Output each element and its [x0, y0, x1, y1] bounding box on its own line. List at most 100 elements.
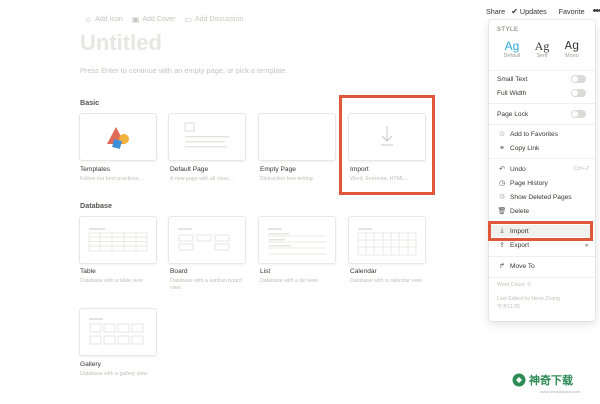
checkmark-icon: ✔: [511, 6, 518, 16]
shapes-icon: [107, 127, 129, 149]
card-desc: Database with a list view: [260, 278, 318, 284]
template-hint: Press Enter to continue with an empty pa…: [80, 66, 288, 75]
export-icon: ⇪: [499, 242, 505, 249]
delete-item[interactable]: 🗑 Delete: [497, 205, 589, 217]
card-name: Gallery: [80, 361, 101, 368]
move-arrow-icon: ↱: [499, 263, 505, 270]
card-name: Board: [170, 268, 188, 275]
section-database: Database: [80, 201, 112, 210]
template-card-empty-page[interactable]: [258, 113, 336, 161]
small-text-toggle[interactable]: [571, 75, 586, 83]
card-desc: Distraction-free writing: [260, 176, 313, 182]
add-cover-label: Add Cover: [142, 16, 176, 23]
template-card-table[interactable]: [79, 216, 157, 264]
menu-divider: [489, 256, 595, 257]
topbar: Share ✔Updates Favorite •••: [486, 5, 600, 17]
watermark-url: www.shenqixiazai.com: [540, 389, 581, 394]
style-mono-option[interactable]: Ag Mono: [558, 39, 586, 59]
full-width-toggle[interactable]: [571, 89, 586, 97]
style-name: Mono: [565, 53, 579, 59]
template-card-calendar[interactable]: [348, 216, 426, 264]
move-to-item[interactable]: ↱ Move To: [497, 260, 589, 272]
show-deleted-pages-item[interactable]: ♲ Show Deleted Pages: [497, 191, 589, 203]
menu-divider: [489, 70, 595, 71]
image-icon: ▣: [131, 15, 140, 24]
menu-divider: [489, 277, 595, 278]
template-card-gallery[interactable]: [79, 308, 157, 356]
trash-restore-icon: ♲: [498, 194, 506, 201]
copy-link-item[interactable]: ⚭ Copy Link: [497, 142, 589, 154]
template-card-templates[interactable]: [79, 113, 157, 161]
undo-item[interactable]: ↶ Undo Ctrl+Z: [497, 163, 589, 175]
favorite-button[interactable]: Favorite: [559, 7, 585, 16]
style-glyph: Ag: [504, 39, 520, 53]
star-icon: ☆: [498, 131, 506, 138]
menu-item-label: Move To: [510, 262, 535, 270]
template-card-board[interactable]: [168, 216, 246, 264]
menu-item-label: Undo: [510, 165, 526, 173]
undo-shortcut: Ctrl+Z: [573, 166, 589, 172]
card-name: Templates: [80, 166, 111, 173]
card-name: Empty Page: [260, 166, 296, 173]
last-edited-time: 今天11:05: [497, 304, 520, 310]
more-options-icon[interactable]: •••: [593, 5, 600, 17]
undo-icon: ↶: [499, 166, 505, 173]
menu-item-label: Page History: [510, 179, 548, 187]
template-card-default-page[interactable]: [168, 113, 246, 161]
page-options-menu: STYLE Ag Default Ag Serif Ag Mono Small …: [489, 20, 595, 321]
link-icon: ⚭: [499, 145, 505, 152]
watermark-logo-icon: [512, 373, 526, 387]
style-label: STYLE: [497, 27, 519, 33]
page-preview-icon: [184, 122, 229, 148]
page-history-item[interactable]: ◷ Page History: [497, 177, 589, 189]
smiley-icon: ☺: [84, 15, 93, 24]
import-menu-highlight-box: [488, 221, 593, 241]
page-lock-label: Page Lock: [497, 110, 529, 118]
section-basic: Basic: [80, 98, 100, 107]
add-icon-button[interactable]: ☺ Add Icon: [84, 15, 123, 24]
card-desc: Database with a table view: [80, 278, 144, 284]
updates-button[interactable]: ✔ Updates: [511, 7, 552, 16]
updates-label: Updates: [519, 6, 547, 16]
style-name: Serif: [536, 53, 548, 59]
share-button[interactable]: Share: [486, 7, 505, 16]
card-name: List: [260, 268, 271, 275]
watermark: 神奇下载: [512, 372, 573, 388]
add-to-favorites-item[interactable]: ☆ Add to Favorites: [497, 128, 589, 140]
menu-item-label: Copy Link: [510, 144, 540, 152]
card-name: Default Page: [170, 166, 209, 173]
full-width-label: Full Width: [497, 89, 527, 97]
style-glyph: Ag: [534, 39, 550, 53]
menu-divider: [489, 103, 595, 104]
page-lock-toggle[interactable]: [571, 110, 586, 118]
add-cover-button[interactable]: ▣ Add Cover: [132, 15, 176, 24]
import-highlight-box: [339, 95, 435, 195]
style-serif-option[interactable]: Ag Serif: [528, 39, 556, 59]
add-discussion-button[interactable]: ▭ Add Discussion: [184, 15, 243, 24]
table-preview-icon: [88, 228, 148, 252]
style-default-option[interactable]: Ag Default: [498, 39, 526, 59]
menu-divider: [489, 124, 595, 125]
board-preview-icon: [178, 228, 230, 251]
trash-icon: 🗑: [497, 208, 507, 215]
card-desc: Database with a kanban board view: [170, 278, 242, 291]
last-edited: Last Edited by Henri Zhang: [497, 296, 560, 302]
page-header-controls: ☺ Add Icon ▣ Add Cover ▭ Add Discussion: [84, 15, 252, 24]
watermark-text: 神奇下载: [529, 375, 573, 387]
word-count: Word Count: 0: [497, 282, 531, 288]
menu-divider: [489, 158, 595, 159]
comment-icon: ▭: [184, 15, 193, 24]
card-desc: Follow our best practices…: [80, 176, 144, 182]
menu-item-label: Show Deleted Pages: [510, 193, 572, 201]
card-name: Table: [80, 268, 96, 275]
card-name: Calendar: [350, 268, 377, 275]
add-discussion-label: Add Discussion: [195, 16, 244, 23]
menu-item-label: Export: [510, 241, 530, 249]
menu-item-label: Add to Favorites: [510, 130, 559, 138]
submenu-arrow-icon: ▸: [585, 242, 589, 249]
small-text-label: Small Text: [497, 75, 528, 83]
calendar-preview-icon: [357, 228, 417, 256]
page-title[interactable]: Untitled: [80, 30, 162, 56]
template-card-list[interactable]: [258, 216, 336, 264]
menu-item-label: Delete: [510, 207, 530, 215]
